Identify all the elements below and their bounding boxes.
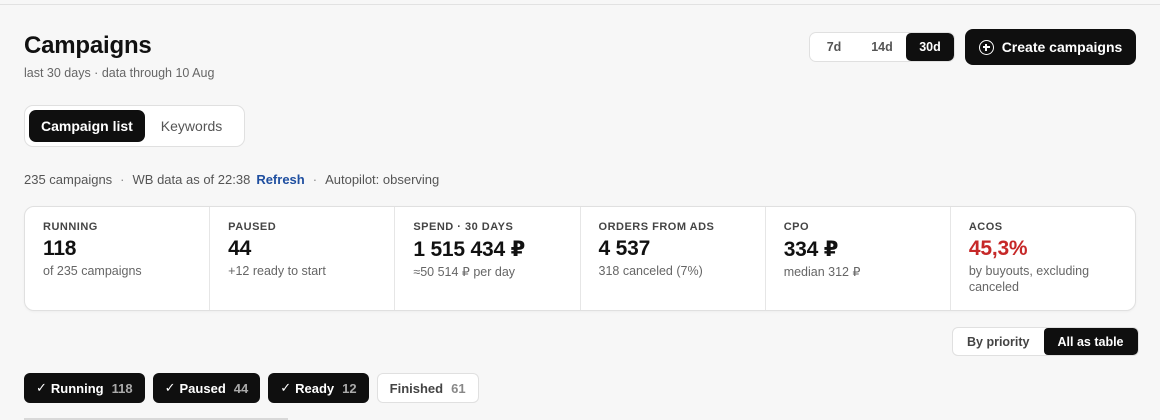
stats-summary-card: RUNNING 118 of 235 campaigns PAUSED 44 +…: [24, 206, 1136, 311]
stat-subtext: ≈50 514 ₽ per day: [413, 265, 516, 279]
separator-dot: ·: [312, 172, 318, 187]
stat-value: 1 515 434 ₽: [413, 238, 526, 261]
filter-chip-label: Paused: [179, 380, 226, 396]
stat-label: CPO: [783, 221, 810, 233]
filter-chip-paused[interactable]: ✓ Paused 44: [152, 373, 261, 403]
range-7d-button[interactable]: 7d: [810, 33, 858, 61]
stat-value: 44: [228, 237, 252, 260]
stat-label: SPEND · 30 DAYS: [413, 221, 514, 233]
campaign-count: 235 campaigns: [24, 172, 113, 187]
status-line: 235 campaigns · WB data as of 22:38 Refr…: [24, 172, 439, 187]
tab-keywords[interactable]: Keywords: [149, 110, 234, 142]
stat-value: 45,3%: [968, 237, 1028, 260]
create-campaigns-label: Create campaigns: [1001, 39, 1123, 55]
check-icon: ✓: [36, 380, 47, 395]
stat-subtext: 318 canceled (7%): [598, 264, 703, 278]
filter-chip-finished[interactable]: Finished 61: [376, 373, 479, 403]
top-divider: [0, 4, 1160, 5]
stat-paused: PAUSED 44 +12 ready to start: [210, 207, 396, 310]
stat-value: 334 ₽: [783, 238, 839, 261]
status-filter-chips: ✓ Running 118 ✓ Paused 44 ✓ Ready 12 Fin…: [24, 373, 479, 403]
range-30d-button[interactable]: 30d: [906, 33, 954, 61]
stat-running: RUNNING 118 of 235 campaigns: [25, 207, 211, 310]
filter-chip-running[interactable]: ✓ Running 118: [24, 373, 145, 403]
by-priority-button[interactable]: By priority: [953, 328, 1044, 355]
stat-acos: ACOS 45,3% by buyouts, excluding cancele…: [951, 207, 1135, 310]
autopilot-status: Autopilot: observing: [325, 172, 440, 187]
layout-toggle: By priority All as table: [952, 327, 1139, 356]
stat-label: PAUSED: [228, 221, 277, 233]
stat-subtext: of 235 campaigns: [43, 264, 142, 278]
stat-label: RUNNING: [43, 221, 98, 233]
page-subtitle: last 30 days · data through 10 Aug: [24, 66, 215, 80]
filter-chip-count: 61: [451, 380, 466, 396]
tab-campaign-list[interactable]: Campaign list: [29, 110, 145, 142]
check-icon: ✓: [164, 380, 176, 395]
date-range-selector: 7d 14d 30d: [809, 32, 955, 62]
filter-chip-label: Finished: [389, 380, 444, 396]
stat-orders: ORDERS FROM ADS 4 537 318 canceled (7%): [581, 207, 766, 310]
view-tabs: Campaign list Keywords: [24, 105, 245, 147]
plus-circle-icon: [978, 39, 994, 55]
stat-label: ACOS: [968, 221, 1003, 233]
filter-chip-count: 12: [342, 380, 357, 396]
filter-chip-count: 44: [233, 380, 249, 396]
stat-subtext: +12 ready to start: [228, 264, 326, 278]
stat-value: 118: [43, 237, 77, 260]
page-title: Campaigns: [24, 32, 152, 59]
separator-dot: ·: [120, 172, 125, 187]
filter-chip-ready[interactable]: ✓ Ready 12: [268, 373, 369, 403]
range-14d-button[interactable]: 14d: [858, 33, 906, 61]
check-icon: ✓: [280, 380, 292, 395]
wb-data-timestamp: WB data as of 22:38: [132, 172, 251, 187]
stat-cpo: CPO 334 ₽ median 312 ₽: [766, 207, 951, 310]
stat-value: 4 537: [598, 237, 651, 260]
filter-chip-label: Ready: [295, 380, 335, 396]
stat-subtext: median 312 ₽: [783, 265, 861, 279]
all-as-table-button[interactable]: All as table: [1043, 328, 1138, 355]
stat-subtext: by buyouts, excluding canceled: [968, 264, 1090, 294]
refresh-link[interactable]: Refresh: [256, 172, 304, 187]
create-campaigns-button[interactable]: Create campaigns: [965, 29, 1136, 65]
stat-label: ORDERS FROM ADS: [598, 221, 715, 233]
filter-chip-label: Running: [50, 380, 104, 396]
filter-chip-count: 118: [111, 380, 133, 396]
stat-spend: SPEND · 30 DAYS 1 515 434 ₽ ≈50 514 ₽ pe…: [395, 207, 581, 310]
